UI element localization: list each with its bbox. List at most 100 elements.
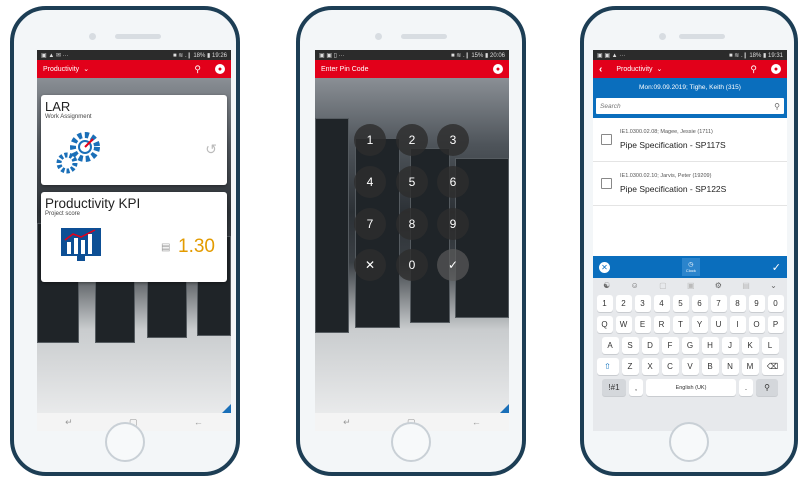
pin-key-6[interactable]: 6 [437,166,469,198]
key-q[interactable]: Q [596,316,613,333]
home-button[interactable] [669,422,709,462]
period-key[interactable]: . [739,379,753,396]
key-h[interactable]: H [701,337,719,354]
symbols-key[interactable]: !#1 [602,379,626,396]
phone-1-screen: ▣ ▲ ✉ ··· ■ ≋ .❙ 18% ▮ 19:26 Productivit… [37,50,231,431]
key-u[interactable]: U [710,316,727,333]
key-y[interactable]: Y [691,316,708,333]
search-key-icon[interactable]: ⚲ [756,379,778,396]
key-r[interactable]: R [653,316,670,333]
key-w[interactable]: W [615,316,632,333]
item-meta: IE1.0300.02.08; Magee, Jessie (1711) [620,129,713,135]
comma-key[interactable]: , [629,379,643,396]
chevron-down-icon[interactable]: ⌄ [83,65,89,73]
key-v[interactable]: V [681,358,699,375]
key-6[interactable]: 6 [691,295,708,312]
key-9[interactable]: 9 [748,295,765,312]
pin-confirm-button[interactable]: ✓ [437,249,469,281]
key-8[interactable]: 8 [729,295,746,312]
key-0[interactable]: 0 [767,295,784,312]
clock-button[interactable]: ◷ Clock [681,258,700,276]
search-icon[interactable]: ⚲ [774,102,780,111]
key-7[interactable]: 7 [710,295,727,312]
user-icon[interactable]: ● [493,64,503,74]
status-right: ■ ≋ .❙ 18% ▮ 19:26 [172,52,227,59]
key-j[interactable]: J [721,337,739,354]
key-i[interactable]: I [729,316,746,333]
tile-productivity-kpi[interactable]: Productivity KPI Project score ▤ 1.30 [41,192,227,282]
back-arrow-icon[interactable]: ← [472,417,481,427]
pin-key-3[interactable]: 3 [437,124,469,156]
soft-keyboard: ☯ ☺ ▢ ▣ ⚙ ▤ ⌄ 1234567890 QWERTYUIOP ASDF… [593,278,787,431]
key-n[interactable]: N [721,358,739,375]
key-s[interactable]: S [621,337,639,354]
server-rack [315,118,349,333]
key-a[interactable]: A [601,337,619,354]
key-b[interactable]: B [701,358,719,375]
pin-key-5[interactable]: 5 [396,166,428,198]
search-icon[interactable]: ⚲ [194,64,201,75]
key-x[interactable]: X [641,358,659,375]
pin-key-9[interactable]: 9 [437,208,469,240]
corner-handle-icon[interactable] [222,404,231,413]
search-icon[interactable]: ⚲ [750,64,757,75]
key-5[interactable]: 5 [672,295,689,312]
chevron-down-icon[interactable]: ⌄ [657,65,663,73]
pin-key-1[interactable]: 1 [354,124,386,156]
pin-key-0[interactable]: 0 [396,249,428,281]
item-checkbox[interactable] [601,178,612,189]
tile-lar[interactable]: LAR Work Assignment ↺ [41,95,227,185]
pin-clear-button[interactable]: ✕ [354,249,386,281]
key-d[interactable]: D [641,337,659,354]
recent-apps-icon[interactable]: ↵ [65,417,73,428]
cancel-circle-icon[interactable]: ✕ [599,261,610,273]
emoji-swap-icon[interactable]: ☯ [603,281,610,290]
back-arrow-icon[interactable]: ← [194,417,203,427]
key-1[interactable]: 1 [596,295,613,312]
pin-key-4[interactable]: 4 [354,166,386,198]
recent-apps-icon[interactable]: ↵ [343,417,351,428]
space-key[interactable]: English (UK) [646,379,736,396]
key-k[interactable]: K [741,337,759,354]
key-c[interactable]: C [661,358,679,375]
list-item[interactable]: IE1.0300.02.10; Jarvis, Peter (19209) Pi… [593,162,787,206]
key-f[interactable]: F [661,337,679,354]
gif-icon[interactable]: ▣ [687,281,695,290]
list-item[interactable]: IE1.0300.02.08; Magee, Jessie (1711) Pip… [593,118,787,162]
key-3[interactable]: 3 [634,295,651,312]
bar-chart-icon [61,228,101,261]
key-p[interactable]: P [767,316,784,333]
key-e[interactable]: E [634,316,651,333]
back-chevron-icon[interactable]: ‹ [599,64,602,75]
shift-key-icon[interactable]: ⇧ [596,358,619,375]
keyboard-collapse-icon[interactable]: ⌄ [770,281,777,290]
app-title[interactable]: Productivity [43,66,79,73]
app-title[interactable]: Productivity [616,66,652,73]
key-4[interactable]: 4 [653,295,670,312]
key-g[interactable]: G [681,337,699,354]
tile-subtitle: Work Assignment [45,114,92,120]
sticker-icon[interactable]: ▢ [659,281,667,290]
search-input[interactable] [600,102,775,110]
corner-handle-icon[interactable] [500,404,509,413]
key-l[interactable]: L [761,337,779,354]
item-checkbox[interactable] [601,134,612,145]
key-z[interactable]: Z [621,358,639,375]
refresh-icon: ↺ [205,141,217,157]
key-o[interactable]: O [748,316,765,333]
key-m[interactable]: M [741,358,759,375]
clipboard-icon[interactable]: ▤ [742,281,750,290]
key-2[interactable]: 2 [615,295,632,312]
key-t[interactable]: T [672,316,689,333]
user-icon[interactable]: ● [215,64,225,74]
home-button[interactable] [105,422,145,462]
pin-key-2[interactable]: 2 [396,124,428,156]
home-button[interactable] [391,422,431,462]
confirm-check-icon[interactable]: ✓ [772,261,781,274]
settings-gear-icon[interactable]: ⚙ [715,281,722,290]
pin-key-8[interactable]: 8 [396,208,428,240]
emoji-icon[interactable]: ☺ [631,281,639,290]
pin-key-7[interactable]: 7 [354,208,386,240]
backspace-key-icon[interactable]: ⌫ [761,358,784,375]
user-icon[interactable]: ● [771,64,781,74]
